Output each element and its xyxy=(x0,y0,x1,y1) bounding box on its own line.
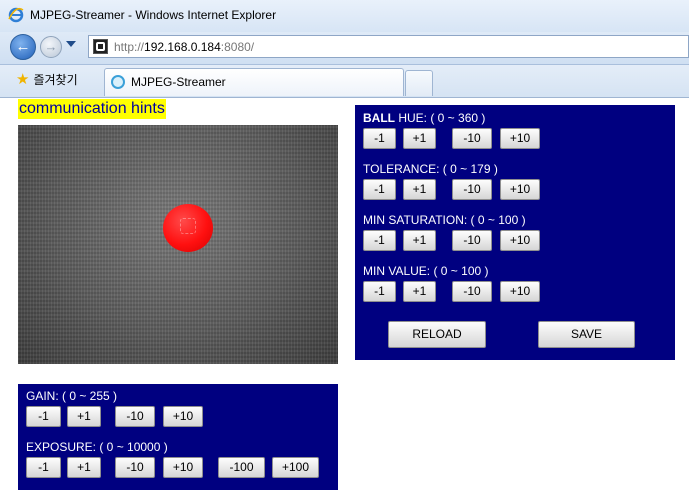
saturation-minus-1-button[interactable]: -1 xyxy=(363,230,396,251)
address-url[interactable]: http://192.168.0.184:8080/ xyxy=(114,40,254,54)
tolerance-minus-1-button[interactable]: -1 xyxy=(363,179,396,200)
arrow-right-icon: → xyxy=(44,39,58,54)
favorites-button[interactable]: ★ 즐겨찾기 xyxy=(16,71,78,89)
hue-label: BALL HUE: ( 0 ~ 360 ) xyxy=(363,111,486,125)
ball-settings-panel: BALL HUE: ( 0 ~ 360 ) -1 +1 -10 +10 TOLE… xyxy=(355,105,675,360)
exposure-plus-100-button[interactable]: +100 xyxy=(272,457,319,478)
reload-button[interactable]: RELOAD xyxy=(388,321,486,348)
min-value-label: MIN VALUE: ( 0 ~ 100 ) xyxy=(363,264,489,278)
min-saturation-label: MIN SATURATION: ( 0 ~ 100 ) xyxy=(363,213,526,227)
tab-mjpeg-streamer[interactable]: MJPEG-Streamer xyxy=(104,68,404,96)
value-plus-10-button[interactable]: +10 xyxy=(500,281,540,302)
gain-minus-10-button[interactable]: -10 xyxy=(115,406,155,427)
camera-stream xyxy=(18,125,338,364)
history-dropdown-icon[interactable] xyxy=(66,41,76,47)
red-ball xyxy=(163,204,213,252)
saturation-plus-1-button[interactable]: +1 xyxy=(403,230,436,251)
saturation-minus-10-button[interactable]: -10 xyxy=(452,230,492,251)
hue-plus-1-button[interactable]: +1 xyxy=(403,128,436,149)
arrow-left-icon: ← xyxy=(15,38,31,55)
save-button[interactable]: SAVE xyxy=(538,321,635,348)
address-bar[interactable]: http://192.168.0.184:8080/ xyxy=(88,35,689,58)
saturation-plus-10-button[interactable]: +10 xyxy=(500,230,540,251)
page-content: communication hints BALL HUE: ( 0 ~ 360 … xyxy=(0,98,689,503)
page-icon xyxy=(111,75,125,89)
value-plus-1-button[interactable]: +1 xyxy=(403,281,436,302)
tolerance-label: TOLERANCE: ( 0 ~ 179 ) xyxy=(363,162,498,176)
camera-settings-panel: GAIN: ( 0 ~ 255 ) -1 +1 -10 +10 EXPOSURE… xyxy=(18,384,338,490)
gain-minus-1-button[interactable]: -1 xyxy=(26,406,61,427)
forward-button[interactable]: → xyxy=(40,36,62,58)
title-bar: MJPEG-Streamer - Windows Internet Explor… xyxy=(0,0,689,33)
exposure-minus-100-button[interactable]: -100 xyxy=(218,457,265,478)
value-minus-10-button[interactable]: -10 xyxy=(452,281,492,302)
tab-label: MJPEG-Streamer xyxy=(131,75,226,89)
exposure-plus-10-button[interactable]: +10 xyxy=(163,457,203,478)
back-button[interactable]: ← xyxy=(10,34,36,60)
gain-plus-1-button[interactable]: +1 xyxy=(67,406,101,427)
exposure-plus-1-button[interactable]: +1 xyxy=(67,457,101,478)
hue-minus-10-button[interactable]: -10 xyxy=(452,128,492,149)
exposure-label: EXPOSURE: ( 0 ~ 10000 ) xyxy=(26,440,168,454)
ie-icon xyxy=(8,7,24,23)
communication-hints-link[interactable]: communication hints xyxy=(18,99,166,119)
tolerance-plus-1-button[interactable]: +1 xyxy=(403,179,436,200)
star-icon: ★ xyxy=(16,71,30,88)
gain-plus-10-button[interactable]: +10 xyxy=(163,406,203,427)
tolerance-plus-10-button[interactable]: +10 xyxy=(500,179,540,200)
site-icon xyxy=(93,39,108,54)
tolerance-minus-10-button[interactable]: -10 xyxy=(452,179,492,200)
exposure-minus-1-button[interactable]: -1 xyxy=(26,457,61,478)
hue-plus-10-button[interactable]: +10 xyxy=(500,128,540,149)
hue-minus-1-button[interactable]: -1 xyxy=(363,128,396,149)
window-title: MJPEG-Streamer - Windows Internet Explor… xyxy=(30,8,277,22)
new-tab-button[interactable] xyxy=(405,70,433,96)
gain-label: GAIN: ( 0 ~ 255 ) xyxy=(26,389,118,403)
exposure-minus-10-button[interactable]: -10 xyxy=(115,457,155,478)
favorites-label: 즐겨찾기 xyxy=(33,73,78,87)
value-minus-1-button[interactable]: -1 xyxy=(363,281,396,302)
